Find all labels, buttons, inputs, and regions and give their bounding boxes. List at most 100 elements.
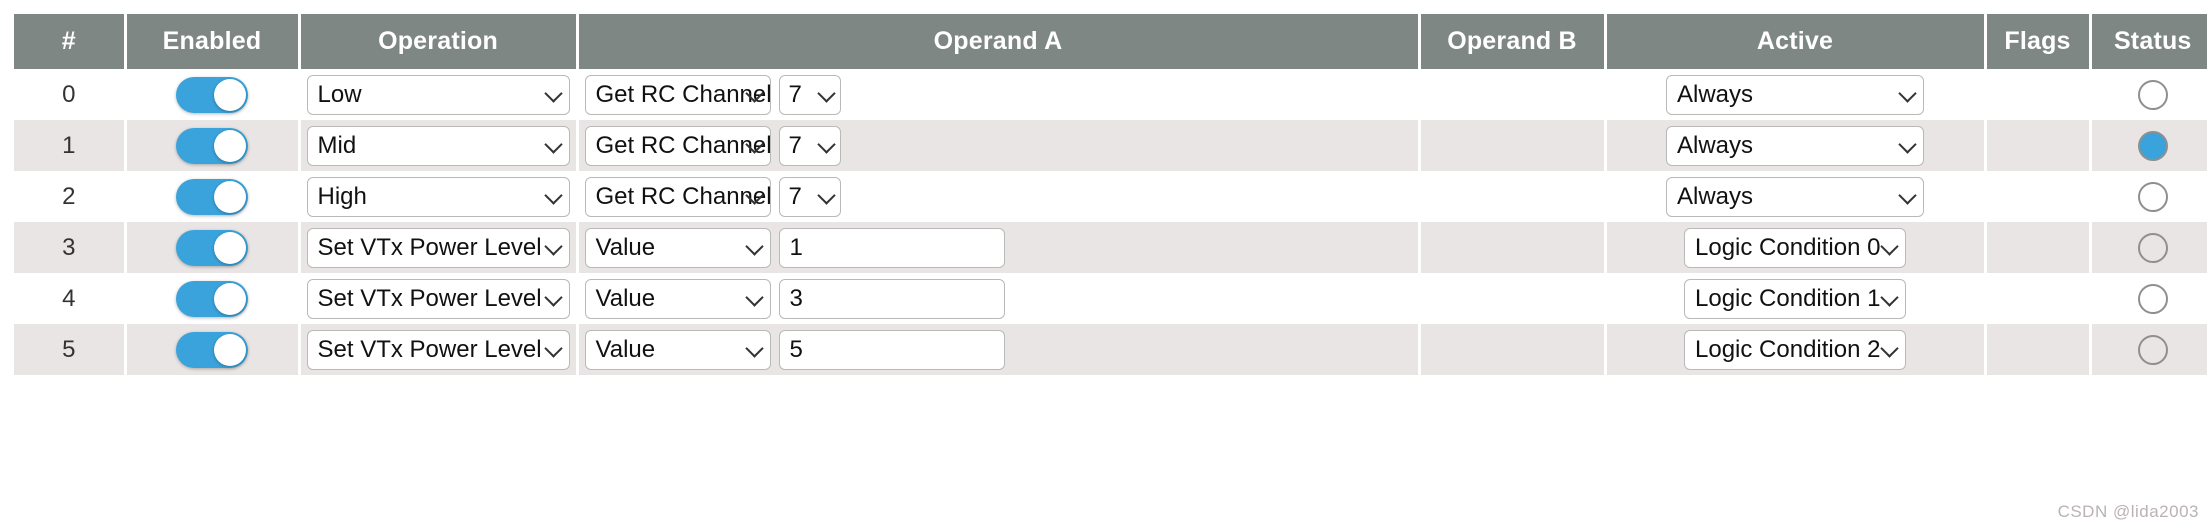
operation-select[interactable]: Set VTx Power Level [306, 329, 570, 370]
status-indicator [2137, 130, 2168, 161]
operand-a-value-input[interactable]: 5 [778, 329, 1005, 370]
operation-select-value: Mid [317, 131, 357, 159]
row-index-cell: 0 [0, 69, 127, 120]
enabled-toggle[interactable] [176, 127, 248, 164]
active-cell: Logic Condition 0 [1603, 222, 1987, 273]
status-indicator [2137, 232, 2168, 263]
operation-select[interactable]: Low [306, 74, 570, 115]
column-header-active[interactable]: Active [1603, 0, 1987, 69]
enabled-cell [123, 273, 301, 324]
enabled-toggle[interactable] [176, 229, 248, 266]
operand-b-cell [1417, 222, 1607, 273]
operand-a-channel-select[interactable]: 7 [778, 125, 841, 166]
active-select[interactable]: Logic Condition 1 [1684, 278, 1906, 319]
operand-a-function-select[interactable]: Value [584, 329, 771, 370]
operand-a-cell: Get RC Channel 7 [575, 69, 1421, 120]
flags-cell [1983, 273, 2092, 324]
enabled-cell [123, 324, 301, 375]
active-select[interactable]: Always [1666, 74, 1924, 115]
enabled-cell [123, 120, 301, 171]
column-header-status[interactable]: Status [2088, 0, 2207, 69]
table-row: 3 Set VTx Power Level Value 1 Logic Conditio… [0, 222, 2207, 273]
table-body: 0 Low Get RC Channel 7 Always 1 Mid Get RC Chan… [0, 69, 2207, 375]
row-index-cell: 2 [0, 171, 127, 222]
chevron-down-icon [744, 338, 764, 358]
operand-a-function-select[interactable]: Get RC Channel [584, 74, 771, 115]
operand-a-channel-select-value: 7 [788, 80, 802, 108]
operand-a-function-select-value: Value [595, 284, 656, 312]
active-field-wrap: Always [1613, 74, 1978, 115]
operation-cell: Set VTx Power Level [297, 222, 579, 273]
operand-a-channel-select[interactable]: 7 [778, 74, 841, 115]
operand-a-value-input[interactable]: 1 [778, 227, 1005, 268]
operation-select[interactable]: High [306, 176, 570, 217]
active-select[interactable]: Always [1666, 176, 1924, 217]
operand-a-function-select[interactable]: Value [584, 227, 771, 268]
operation-select[interactable]: Set VTx Power Level [306, 278, 570, 319]
active-select-value: Logic Condition 2 [1695, 335, 1881, 363]
operation-select-value: High [317, 182, 367, 210]
toggle-knob [214, 180, 246, 213]
status-indicator [2137, 334, 2168, 365]
chevron-down-icon [816, 185, 836, 205]
operand-a-value-input[interactable]: 3 [778, 278, 1005, 319]
column-header-operand-a[interactable]: Operand A [575, 0, 1421, 69]
active-select-value: Always [1677, 80, 1754, 108]
operation-select[interactable]: Set VTx Power Level [306, 227, 570, 268]
flags-cell [1983, 69, 2092, 120]
table-row: 5 Set VTx Power Level Value 5 Logic Conditio… [0, 324, 2207, 375]
watermark: CSDN @lida2003 [2057, 502, 2199, 521]
chevron-down-icon [816, 134, 836, 154]
operand-b-cell [1417, 69, 1607, 120]
active-field-wrap: Logic Condition 1 [1613, 278, 1978, 319]
flags-cell [1983, 324, 2092, 375]
operand-a-cell: Get RC Channel 7 [575, 120, 1421, 171]
status-cell [2088, 273, 2207, 324]
operand-a-function-select[interactable]: Get RC Channel [584, 125, 771, 166]
enabled-toggle[interactable] [176, 331, 248, 368]
column-header-enabled[interactable]: Enabled [123, 0, 301, 69]
column-header-operand-b[interactable]: Operand B [1417, 0, 1607, 69]
chevron-down-icon [1880, 338, 1899, 358]
toggle-knob [214, 78, 246, 111]
header-row: # Enabled Operation Operand A Operand B … [0, 0, 2207, 69]
active-cell: Logic Condition 1 [1603, 273, 1987, 324]
chevron-down-icon [543, 185, 563, 205]
active-select-value: Logic Condition 0 [1695, 233, 1881, 261]
chevron-down-icon [543, 287, 563, 307]
toggle-knob [214, 231, 246, 264]
enabled-toggle[interactable] [176, 76, 248, 113]
operation-select[interactable]: Mid [306, 125, 570, 166]
table-row: 2 High Get RC Channel 7 Always [0, 171, 2207, 222]
operand-a-cell: Value 5 [575, 324, 1421, 375]
status-cell [2088, 222, 2207, 273]
operand-a-function-select[interactable]: Get RC Channel [584, 176, 771, 217]
operand-b-cell [1417, 273, 1607, 324]
column-header-index[interactable]: # [0, 0, 127, 69]
operand-a-channel-select[interactable]: 7 [778, 176, 841, 217]
flags-cell [1983, 171, 2092, 222]
operand-a-function-select-value: Value [595, 335, 656, 363]
enabled-cell [123, 171, 301, 222]
operand-b-cell [1417, 120, 1607, 171]
operand-a-function-select[interactable]: Value [584, 278, 771, 319]
active-select[interactable]: Always [1666, 125, 1924, 166]
active-field-wrap: Logic Condition 0 [1613, 227, 1978, 268]
enabled-toggle[interactable] [176, 280, 248, 317]
active-select[interactable]: Logic Condition 0 [1684, 227, 1906, 268]
status-indicator [2137, 79, 2168, 110]
enabled-toggle[interactable] [176, 178, 248, 215]
table-row: 1 Mid Get RC Channel 7 Always [0, 120, 2207, 171]
operand-a-fields: Get RC Channel 7 [584, 176, 1412, 217]
operand-a-function-select-value: Get RC Channel [595, 182, 771, 210]
row-index-cell: 4 [0, 273, 127, 324]
chevron-down-icon [543, 83, 563, 103]
enabled-cell [123, 222, 301, 273]
operand-a-function-select-value: Get RC Channel [595, 80, 771, 108]
chevron-down-icon [543, 338, 563, 358]
column-header-flags[interactable]: Flags [1983, 0, 2092, 69]
active-select-value: Logic Condition 1 [1695, 284, 1881, 312]
active-select[interactable]: Logic Condition 2 [1684, 329, 1906, 370]
column-header-operation[interactable]: Operation [297, 0, 579, 69]
row-index-cell: 5 [0, 324, 127, 375]
